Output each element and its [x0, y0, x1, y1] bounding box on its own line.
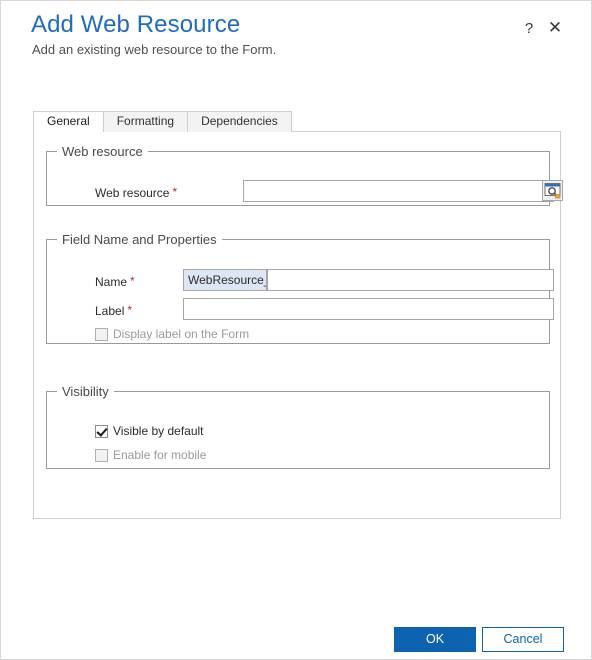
dialog-footer: OK Cancel	[1, 619, 591, 659]
tab-dependencies[interactable]: Dependencies	[187, 111, 292, 132]
add-web-resource-dialog: Add Web Resource Add an existing web res…	[0, 0, 592, 660]
web-resource-input[interactable]	[243, 180, 554, 202]
name-label-text: Name	[95, 275, 128, 289]
label-field-label-text: Label	[95, 304, 125, 318]
tab-panel-general: Web resource Web resource * Field Name an…	[33, 131, 563, 519]
web-resource-group-legend: Web resource	[62, 144, 143, 159]
dialog-subtitle: Add an existing web resource to the Form…	[32, 42, 277, 57]
label-input[interactable]	[183, 298, 554, 320]
web-resource-group: Web resource Web resource *	[46, 144, 563, 206]
display-label-checkbox-row[interactable]: Display label on the Form	[95, 327, 249, 341]
cancel-button[interactable]: Cancel	[482, 627, 564, 652]
web-resource-lookup-icon[interactable]	[542, 180, 563, 201]
name-label: Name *	[95, 275, 135, 289]
visibility-group: Visibility Visible by default Enable for…	[46, 384, 550, 469]
label-field-required-marker: *	[127, 303, 133, 317]
name-required-marker: *	[130, 274, 135, 288]
help-icon[interactable]: ?	[519, 19, 539, 39]
web-resource-label: Web resource *	[95, 186, 177, 200]
web-resource-label-text: Web resource	[95, 186, 170, 200]
label-field-label: Label *	[95, 304, 132, 318]
field-name-group-legend: Field Name and Properties	[62, 232, 217, 247]
visible-by-default-label: Visible by default	[113, 424, 204, 438]
tab-list: General Formatting Dependencies	[33, 111, 292, 133]
field-name-and-properties-group: Field Name and Properties Name * WebResou…	[46, 232, 554, 344]
visibility-group-legend: Visibility	[62, 384, 109, 399]
visible-by-default-row[interactable]: Visible by default	[95, 424, 204, 438]
tab-general[interactable]: General	[33, 111, 104, 133]
name-prefix-readonly: WebResource_	[183, 269, 267, 291]
close-icon[interactable]: ✕	[545, 18, 565, 38]
web-resource-required-marker: *	[172, 185, 178, 199]
enable-for-mobile-checkbox[interactable]	[95, 448, 108, 462]
visible-by-default-checkbox[interactable]	[95, 424, 108, 438]
page-title: Add Web Resource	[31, 11, 241, 38]
display-label-checkbox[interactable]	[95, 327, 108, 341]
tab-formatting[interactable]: Formatting	[102, 111, 189, 132]
enable-for-mobile-label: Enable for mobile	[113, 448, 207, 462]
display-label-checkbox-label: Display label on the Form	[113, 327, 250, 341]
enable-for-mobile-row[interactable]: Enable for mobile	[95, 448, 206, 462]
name-input[interactable]	[267, 269, 554, 291]
ok-button[interactable]: OK	[394, 627, 476, 652]
dialog-header: Add Web Resource Add an existing web res…	[1, 1, 591, 97]
